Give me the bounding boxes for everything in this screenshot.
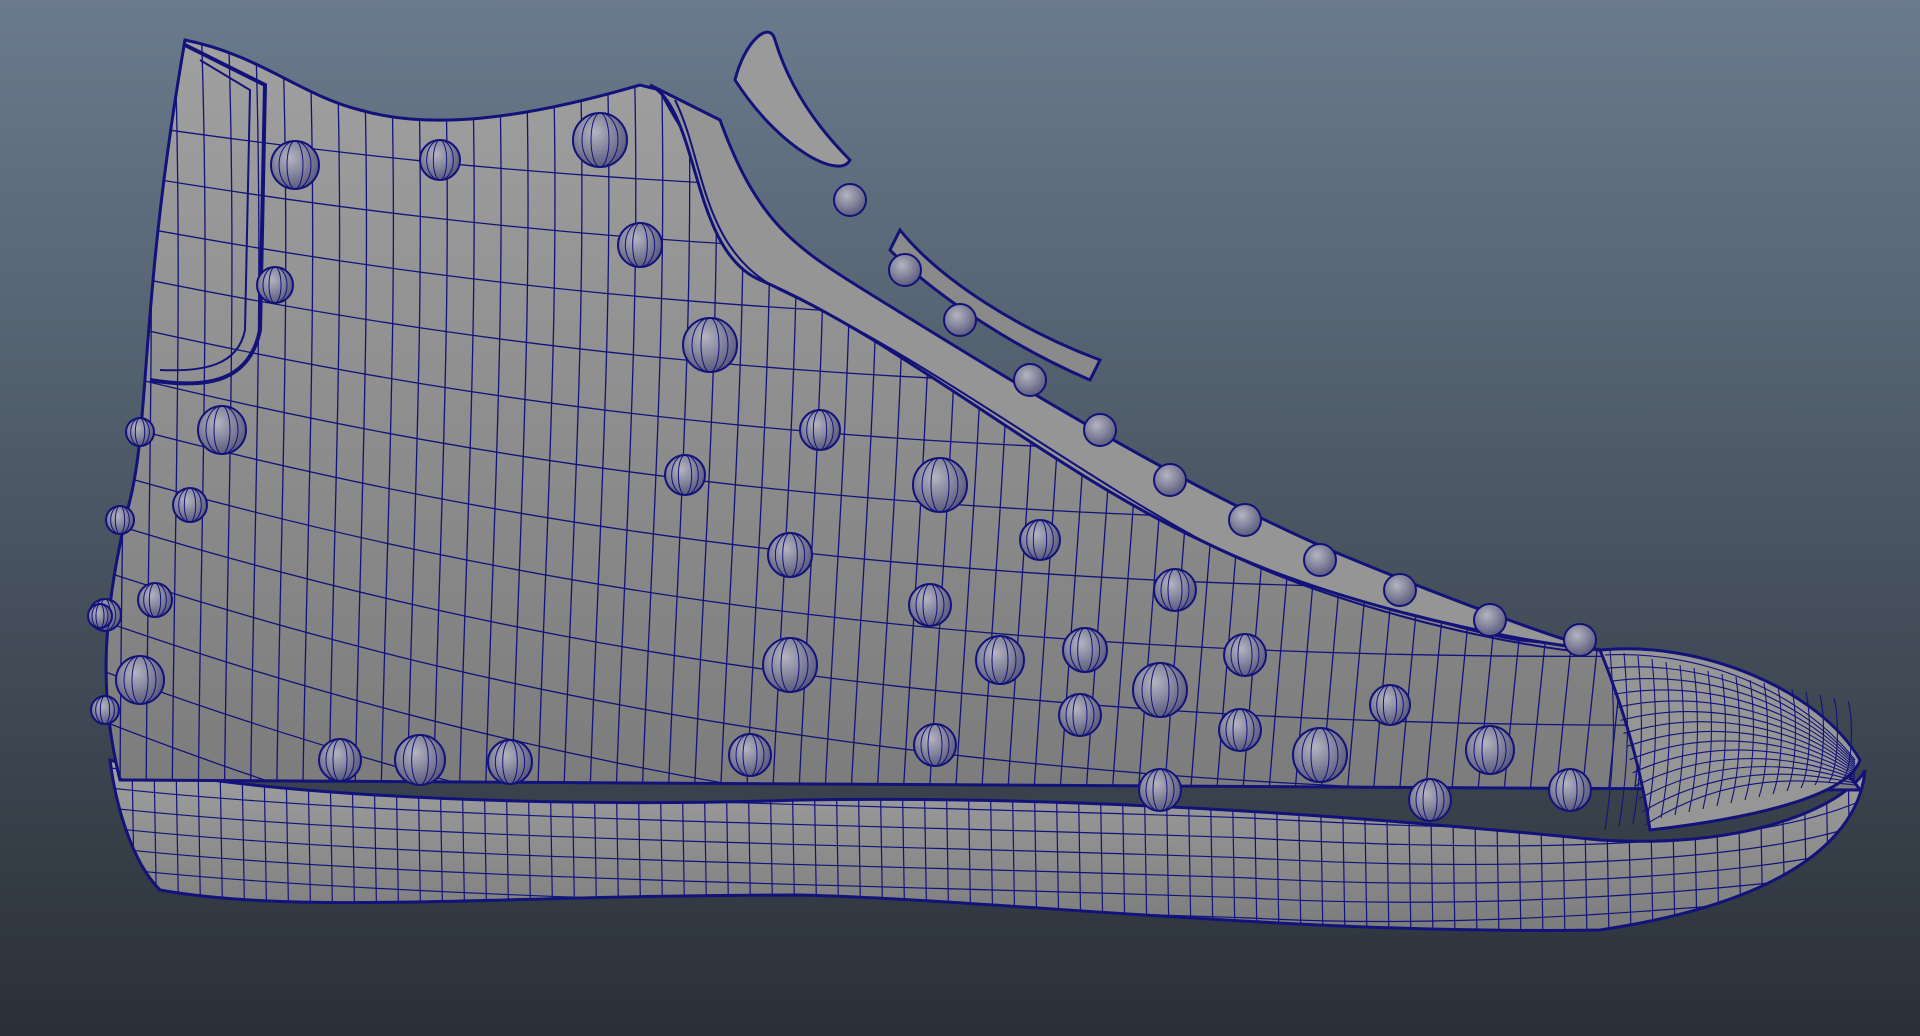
stud: [767, 532, 813, 578]
stud: [975, 635, 1025, 685]
stud: [1153, 568, 1197, 612]
stud: [256, 266, 294, 304]
stud: [1132, 662, 1188, 718]
stud: [172, 487, 208, 523]
stud: [1062, 627, 1108, 673]
stud: [913, 723, 957, 767]
eyelet: [1083, 413, 1117, 447]
stud: [270, 140, 320, 190]
stud: [572, 112, 628, 168]
eyelet: [1563, 623, 1597, 657]
stud: [318, 738, 362, 782]
stud: [799, 409, 841, 451]
stud: [1292, 727, 1348, 783]
stud: [1465, 725, 1515, 775]
stud: [394, 734, 446, 786]
stud: [1369, 684, 1411, 726]
stud: [487, 739, 533, 785]
stud: [197, 405, 247, 455]
perspective-viewport[interactable]: [0, 0, 1920, 1036]
stud: [908, 583, 952, 627]
stud: [115, 655, 165, 705]
stud: [1223, 633, 1267, 677]
eyelet: [1383, 573, 1417, 607]
stud: [617, 222, 663, 268]
eyelet: [943, 303, 977, 337]
stud: [137, 582, 173, 618]
stud: [728, 733, 772, 777]
eyelet: [1153, 463, 1187, 497]
stud: [419, 139, 461, 181]
eyelet: [833, 183, 867, 217]
eyelet: [1013, 363, 1047, 397]
stud: [1548, 768, 1592, 812]
stud: [762, 637, 818, 693]
stud: [1138, 768, 1182, 812]
eyelet: [1228, 503, 1262, 537]
stud: [664, 454, 706, 496]
eyelet: [888, 253, 922, 287]
stud: [1058, 693, 1102, 737]
eyelet: [1303, 543, 1337, 577]
viewport-canvas[interactable]: [0, 0, 1920, 1036]
stud: [912, 457, 968, 513]
eyelet: [1473, 603, 1507, 637]
stud: [1218, 708, 1262, 752]
stud: [1408, 778, 1452, 822]
stud: [682, 317, 738, 373]
stud: [1019, 519, 1061, 561]
